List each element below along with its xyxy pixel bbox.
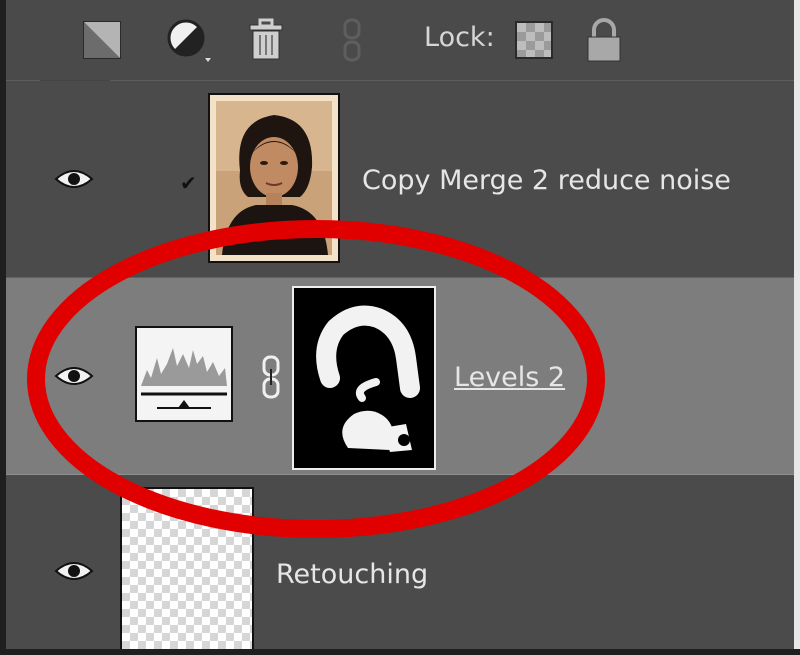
chain-link-icon (343, 18, 361, 62)
visibility-toggle[interactable] (50, 155, 98, 203)
delete-layer-button[interactable] (242, 16, 290, 64)
eye-icon (54, 367, 94, 385)
checkmark-icon: ✔ (180, 171, 197, 195)
lock-all-button[interactable] (580, 16, 628, 64)
lock-transparent-pixels-button[interactable] (510, 16, 558, 64)
visibility-toggle[interactable] (50, 352, 98, 400)
levels-adjustment-icon[interactable] (135, 326, 233, 422)
mask-shape (316, 305, 420, 452)
new-layer-button[interactable] (78, 16, 126, 64)
new-layer-icon (83, 21, 121, 59)
layer-row-selected[interactable]: Levels 2 (6, 278, 794, 475)
checkerboard-icon (515, 21, 553, 59)
layer-thumbnail (208, 93, 340, 263)
transparent-layer-thumbnail (120, 487, 254, 649)
layer-name[interactable]: Retouching (276, 559, 428, 590)
lock-icon (587, 18, 621, 62)
portrait-photo (216, 101, 332, 255)
chain-link-icon (262, 355, 280, 399)
trash-icon (249, 18, 283, 60)
layer-row[interactable]: ✔ Copy Merge 2 reduce noise (6, 81, 794, 278)
layers-panel: Lock: ✔ Copy Merge 2 reduce noise Levels… (6, 0, 794, 649)
eye-icon (54, 170, 94, 188)
layers-toolbar: Lock: (6, 0, 794, 81)
visibility-toggle[interactable] (50, 547, 98, 595)
histogram-icon (141, 348, 227, 409)
layer-row[interactable]: Retouching (6, 475, 794, 649)
lock-label: Lock: (424, 22, 495, 53)
layer-name[interactable]: Levels 2 (454, 362, 565, 393)
layer-mask-thumbnail[interactable] (292, 286, 436, 470)
right-frame-edge (794, 0, 800, 655)
link-layers-button[interactable] (328, 16, 376, 64)
adjustment-layer-button[interactable] (164, 16, 212, 64)
bottom-frame-edge (0, 649, 800, 655)
adjustment-layer-icon (167, 19, 211, 62)
layer-name[interactable]: Copy Merge 2 reduce noise (362, 165, 731, 196)
mask-link-toggle[interactable] (258, 352, 284, 402)
eye-icon (54, 562, 94, 580)
